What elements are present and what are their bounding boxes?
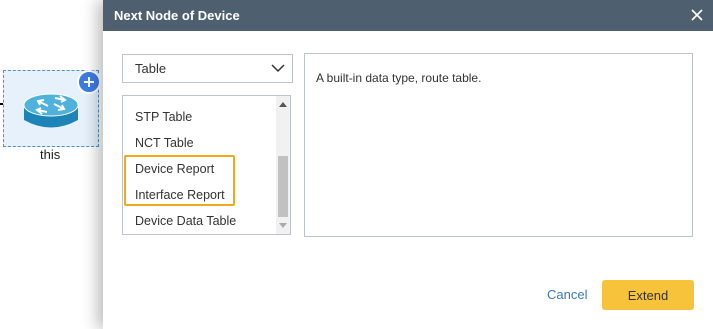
dialog-title: Next Node of Device (114, 8, 240, 23)
list-item-device-data-table[interactable]: Device Data Table (135, 214, 236, 228)
dialog-titlebar: Next Node of Device (103, 0, 713, 31)
selection-highlight (124, 155, 235, 206)
close-icon[interactable] (687, 5, 707, 25)
scroll-down-icon[interactable] (279, 223, 287, 228)
next-node-dialog: Next Node of Device Table STP Table NCT … (103, 0, 713, 329)
list-item-nct-table[interactable]: NCT Table (135, 136, 194, 150)
cancel-button[interactable]: Cancel (547, 287, 587, 302)
device-node[interactable] (3, 70, 101, 147)
list-scrollbar[interactable] (276, 96, 290, 234)
type-select[interactable]: Table (122, 54, 293, 83)
chevron-down-icon (271, 64, 285, 73)
scroll-up-icon[interactable] (279, 102, 287, 107)
type-select-value: Table (135, 61, 167, 76)
type-list: STP Table NCT Table Device Report Interf… (122, 95, 291, 235)
extend-button[interactable]: Extend (602, 280, 694, 310)
router-icon (23, 93, 79, 128)
description-panel: A built-in data type, route table. (304, 53, 693, 237)
add-node-icon[interactable] (77, 70, 101, 94)
node-label: this (40, 147, 61, 162)
description-text: A built-in data type, route table. (316, 71, 482, 85)
list-item-stp-table[interactable]: STP Table (135, 110, 192, 124)
scroll-thumb[interactable] (278, 156, 288, 217)
extend-button-label: Extend (627, 288, 669, 303)
